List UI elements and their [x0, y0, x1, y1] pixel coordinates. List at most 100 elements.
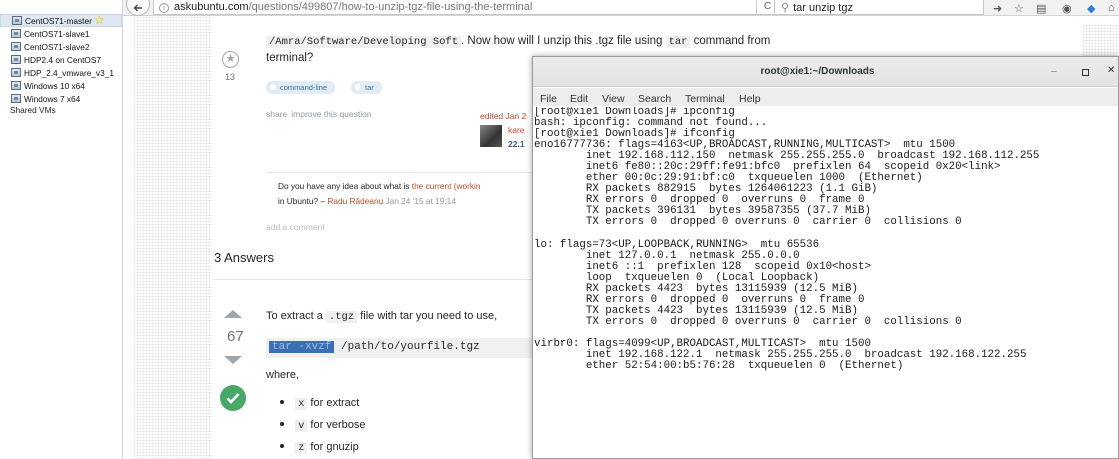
pocket-icon[interactable]: ◉	[1062, 2, 1072, 15]
vm-item-windows10[interactable]: Windows 10 x64	[0, 80, 85, 91]
inline-code: x	[295, 398, 308, 410]
add-comment-link[interactable]: add a comment	[266, 222, 325, 232]
vm-icon	[11, 81, 21, 90]
vm-icon	[11, 68, 21, 77]
terminal-titlebar[interactable]: root@xie1:~/Downloads _ ✕	[533, 57, 1118, 87]
vm-item-centos71-master[interactable]: CentOS71-master ☆	[0, 14, 122, 27]
forward-icon[interactable]: ➜	[993, 2, 1002, 15]
answer-text: where,	[266, 369, 300, 381]
vote-down-icon[interactable]	[224, 356, 242, 364]
answers-heading: 3 Answers	[214, 250, 274, 265]
terminal-window[interactable]: root@xie1:~/Downloads _ ✕ File Edit View…	[532, 56, 1119, 459]
star-icon: ☆	[93, 13, 105, 27]
share-link[interactable]: share	[266, 109, 287, 119]
menu-file[interactable]: File	[540, 93, 557, 105]
minimize-button[interactable]: _	[1051, 62, 1057, 73]
vm-item-label: Windows 7 x64	[24, 93, 81, 104]
url-bar[interactable]: i askubuntu.com/questions/499807/how-to-u…	[153, 0, 839, 15]
vm-icon	[11, 94, 21, 103]
list-item: z for gnuzip	[280, 441, 359, 454]
close-button[interactable]: ✕	[1107, 65, 1115, 76]
inline-code: v	[295, 420, 308, 432]
post-menu: share improve this question	[266, 109, 376, 119]
inline-code: .tgz	[325, 311, 358, 323]
comment-author[interactable]: Radu Rădeanu	[327, 196, 383, 206]
vm-item-label: CentOS71-slave1	[24, 28, 90, 39]
favorite-star-icon[interactable]: ★	[222, 51, 239, 68]
vm-icon	[12, 16, 22, 25]
question-text: command from	[690, 35, 771, 47]
editor-reputation: 22.1	[508, 139, 525, 149]
vm-item-label: CentOS71-slave2	[24, 41, 90, 52]
terminal-title: root@xie1:~/Downloads	[760, 66, 875, 77]
tag-command-line[interactable]: command-line	[266, 81, 336, 94]
vm-item-label: HDP_2.4_vmware_v3_1	[24, 67, 114, 78]
home-icon[interactable]: ⌂	[1108, 2, 1115, 14]
comment-link[interactable]: the current (workin	[412, 181, 481, 191]
menu-view[interactable]: View	[602, 93, 625, 105]
list-item-text: for verbose	[307, 419, 366, 431]
vm-item-label: Windows 10 x64	[24, 80, 85, 91]
search-input[interactable]: ⚲ tar unzip tgz	[774, 0, 984, 15]
question-text-line1: /Amra/Software/Developing Soft. Now how …	[266, 35, 770, 48]
search-text: tar unzip tgz	[793, 2, 853, 14]
info-icon: i	[159, 3, 169, 13]
terminal-output[interactable]: [root@xie1 Downloads]# ipconfig bash: ip…	[533, 107, 1118, 459]
list-item: x for extract	[280, 397, 359, 410]
comment-date: Jan 24 '15 at 19:14	[383, 196, 456, 206]
vm-item-label: HDP2.4 on CentOS7	[24, 54, 102, 65]
vm-icon	[11, 29, 21, 38]
extension-icon[interactable]: ◆	[1087, 2, 1095, 15]
vm-item-centos71-slave1[interactable]: CentOS71-slave1	[0, 28, 90, 39]
vm-item-hdp24-vmware[interactable]: HDP_2.4_vmware_v3_1	[0, 67, 114, 78]
code-block: tar -xvzf /path/to/yourfile.tgz	[266, 338, 534, 358]
menu-search[interactable]: Search	[638, 93, 671, 105]
terminal-menubar: File Edit View Search Terminal Help	[533, 88, 1118, 106]
edited-link[interactable]: edited Jan 2	[480, 111, 526, 121]
vm-item-windows7[interactable]: Windows 7 x64	[0, 93, 80, 104]
comment-text: Do you have any idea about what is	[278, 181, 412, 191]
list-item: v for verbose	[280, 419, 365, 432]
list-item-text: for extract	[307, 397, 360, 409]
shared-vms-item[interactable]: Shared VMs	[10, 105, 56, 115]
inline-code: tar	[665, 36, 691, 48]
code-text: /path/to/yourfile.tgz	[334, 341, 480, 353]
question-text: . Now how will I unzip this .tgz file us…	[461, 35, 666, 47]
menu-terminal[interactable]: Terminal	[685, 93, 725, 105]
tag-tar[interactable]: tar	[351, 81, 382, 94]
answer-text: To extract a .tgz file with tar you need…	[266, 310, 497, 323]
comment: Do you have any idea about what is the c…	[278, 179, 538, 209]
menu-edit[interactable]: Edit	[570, 93, 588, 105]
improve-link[interactable]: improve this question	[291, 109, 371, 119]
question-text-line2: terminal?	[266, 52, 314, 64]
back-icon	[133, 4, 142, 12]
inline-code: /Amra/Software/Developing Soft	[266, 36, 462, 48]
answer-text-part: file with tar you need to use,	[357, 310, 498, 322]
terminal-line: inet 127.0.0.1 netmask 255.0.0.0	[534, 249, 800, 262]
menu-help[interactable]: Help	[739, 93, 761, 105]
answer-text-part: To extract a	[266, 310, 326, 322]
vm-icon	[11, 42, 21, 51]
vm-item-centos71-slave2[interactable]: CentOS71-slave2	[0, 41, 90, 52]
comment-text: in Ubuntu? –	[278, 196, 328, 206]
maximize-button[interactable]	[1082, 69, 1089, 76]
browser-toolbar: i askubuntu.com/questions/499807/how-to-u…	[123, 0, 1119, 16]
selected-code: tar -xvzf	[269, 341, 335, 353]
terminal-line: TX errors 0 dropped 0 overruns 0 carrier…	[534, 216, 962, 229]
avatar[interactable]	[480, 125, 502, 147]
vm-icon	[11, 55, 21, 64]
url-path: /questions/499807/how-to-unzip-tgz-file-…	[248, 1, 533, 13]
vote-count: 67	[227, 328, 244, 345]
inline-code: z	[295, 442, 308, 454]
favorite-count: 13	[225, 72, 236, 82]
library-icon[interactable]: ▤	[1036, 2, 1046, 15]
vm-library-panel: CentOS71-master ☆ CentOS71-slave1 CentOS…	[0, 0, 123, 459]
bookmark-icon[interactable]: ☆	[1014, 2, 1024, 15]
back-button[interactable]	[126, 0, 150, 16]
list-item-text: for gnuzip	[307, 441, 359, 453]
vm-item-hdp24-centos7[interactable]: HDP2.4 on CentOS7	[0, 54, 101, 65]
terminal-line: lo: flags=73<UP,LOOPBACK,RUNNING> mtu 65…	[534, 238, 820, 251]
vote-up-icon[interactable]	[224, 310, 242, 318]
editor-name[interactable]: kare	[508, 125, 525, 135]
